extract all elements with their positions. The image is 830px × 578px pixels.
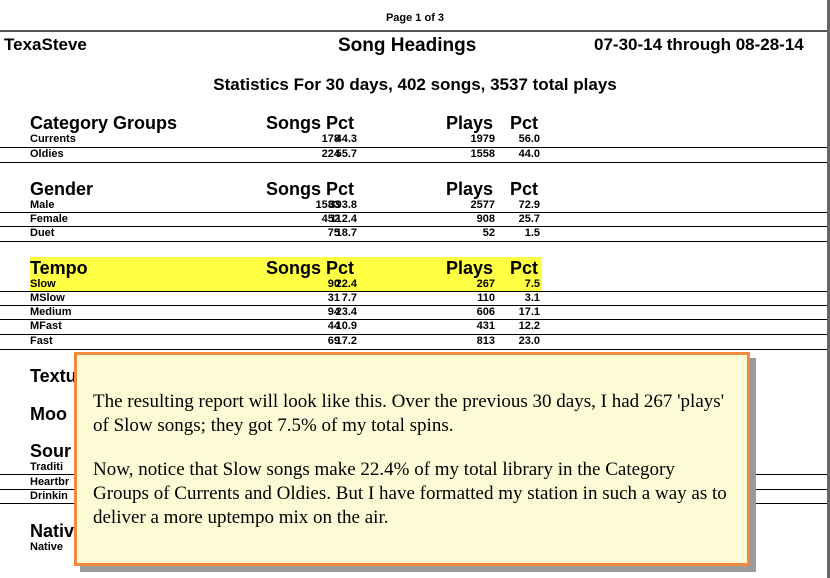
date-range: 07-30-14 through 08-28-14 <box>594 35 804 54</box>
callout-paragraph: Now, notice that Slow songs make 22.4% o… <box>93 459 727 528</box>
table-row: Male 1583 393.8 2577 72.9 <box>30 199 540 211</box>
station-name: TexaSteve <box>4 35 87 54</box>
table-row: Female 452 112.4 908 25.7 <box>30 213 540 225</box>
table-row: Medium 94 23.4 606 17.1 <box>30 306 540 318</box>
section-title: Tempo <box>30 258 88 278</box>
header-rule <box>0 30 830 32</box>
statistics-summary: Statistics For 30 days, 402 songs, 3537 … <box>213 75 617 94</box>
callout-paragraph: The resulting report will look like this… <box>93 391 725 436</box>
table-row: MSlow 31 7.7 110 3.1 <box>30 292 540 304</box>
songs-pct-header: Songs Pct <box>266 113 355 133</box>
songs-pct-header: Songs Pct <box>266 258 355 278</box>
section-title: Gender <box>30 179 94 199</box>
plays-header: Plays <box>446 179 494 199</box>
section-title: Category Groups <box>30 113 178 133</box>
table-row: Slow 90 22.4 267 7.5 <box>30 278 540 290</box>
row-divider <box>0 162 830 163</box>
pct-header: Pct <box>510 258 539 278</box>
report-title: Song Headings <box>338 35 477 56</box>
pct-header: Pct <box>510 179 539 199</box>
row-label: Drinkin <box>30 490 68 502</box>
section-title-sound: Sour <box>30 441 72 461</box>
tempo-header: Tempo Songs Pct Plays Pct <box>30 258 542 280</box>
row-label: Heartbr <box>30 476 70 488</box>
row-label: Native <box>30 541 64 553</box>
row-label: Traditi <box>30 461 64 473</box>
section-title-mood: Moo <box>30 404 67 424</box>
songs-pct-header: Songs Pct <box>266 179 355 199</box>
table-row: Fast 69 17.2 813 23.0 <box>30 335 540 347</box>
explanation-callout: The resulting report will look like this… <box>74 352 750 566</box>
plays-header: Plays <box>446 258 494 278</box>
table-row: Currents 178 44.3 1979 56.0 <box>30 133 540 145</box>
plays-header: Plays <box>446 113 494 133</box>
row-divider <box>0 241 830 242</box>
row-divider <box>0 349 830 350</box>
pct-header: Pct <box>510 113 539 133</box>
gender-header: Gender Songs Pct Plays Pct <box>30 179 542 201</box>
page-number: Page 1 of 3 <box>385 12 445 24</box>
section-title-native: Nativ <box>30 521 75 541</box>
table-row: Oldies 224 55.7 1558 44.0 <box>30 148 540 160</box>
table-row: MFast 44 10.9 431 12.2 <box>30 320 540 332</box>
category-groups-header: Category Groups Songs Pct Plays Pct <box>30 113 542 135</box>
table-row: Duet 75 18.7 52 1.5 <box>30 227 540 239</box>
section-title-texture: Textu <box>30 366 77 386</box>
